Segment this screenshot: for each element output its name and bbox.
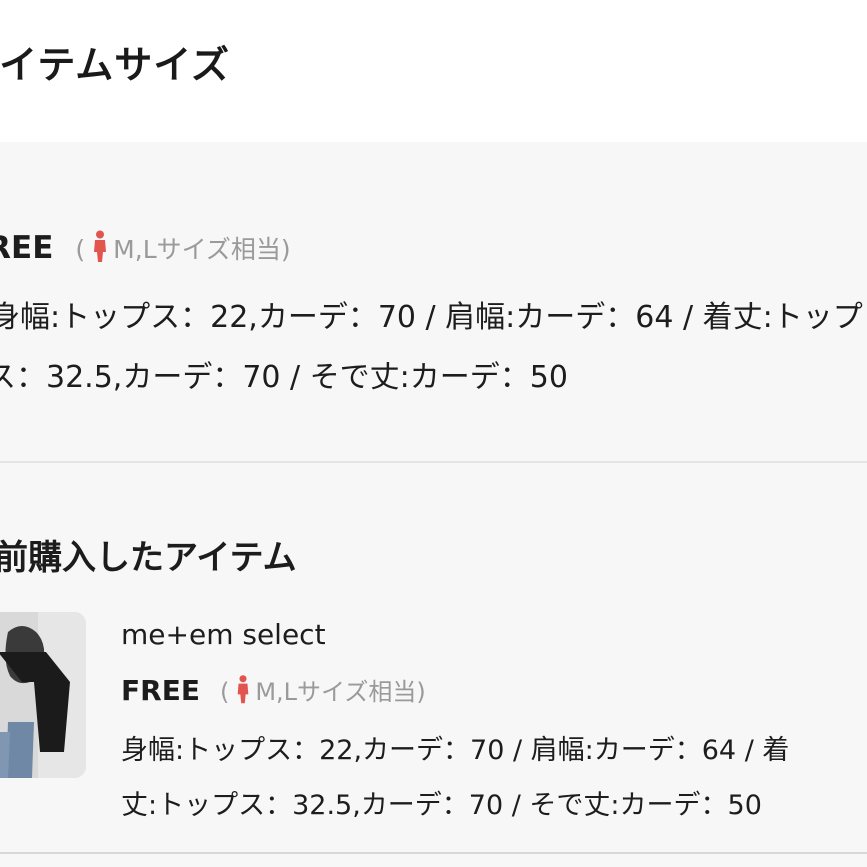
header: アイテムサイズ — [0, 0, 867, 142]
person-icon — [235, 674, 251, 711]
item-detail-line-1: 身幅:トップス：22,カーデ：70 / 肩幅:カーデ：64 / 着 — [121, 735, 790, 766]
page: アイテムサイズ FREE ( M,Lサイズ相当) 身幅:トップス：22,カーデ：70… — [0, 0, 867, 867]
size-name: FREE — [0, 230, 54, 266]
item-brand[interactable]: me+em select — [121, 618, 326, 651]
size-detail-line-1: 身幅:トップス：22,カーデ：70 / 肩幅:カーデ：64 / 着丈:トップ — [0, 300, 863, 335]
item-size-name: FREE — [121, 674, 200, 707]
size-row: FREE ( M,Lサイズ相当) — [0, 230, 291, 270]
size-section: FREE ( M,Lサイズ相当) 身幅:トップス：22,カーデ：70 / 肩幅:カー… — [0, 142, 867, 462]
product-thumbnail[interactable] — [0, 612, 86, 778]
size-hint-open: ( — [75, 235, 86, 264]
item-size-hint: M,Lサイズ相当) — [255, 678, 426, 706]
size-hint: M,Lサイズ相当) — [113, 235, 291, 264]
item-detail-line-2: 丈:トップス：32.5,カーデ：70 / そで丈:カーデ：50 — [121, 790, 762, 821]
item-size-row: FREE ( M,Lサイズ相当) — [121, 672, 426, 711]
page-title: アイテムサイズ — [0, 43, 231, 87]
size-detail-line-2: ス：32.5,カーデ：70 / そで丈:カーデ：50 — [0, 360, 568, 395]
item-size-hint-open: ( — [219, 678, 230, 706]
bottom-divider — [0, 852, 867, 854]
section-divider — [0, 461, 867, 463]
person-icon — [91, 230, 109, 270]
previous-items-title: 以前購入したアイテム — [0, 538, 297, 578]
